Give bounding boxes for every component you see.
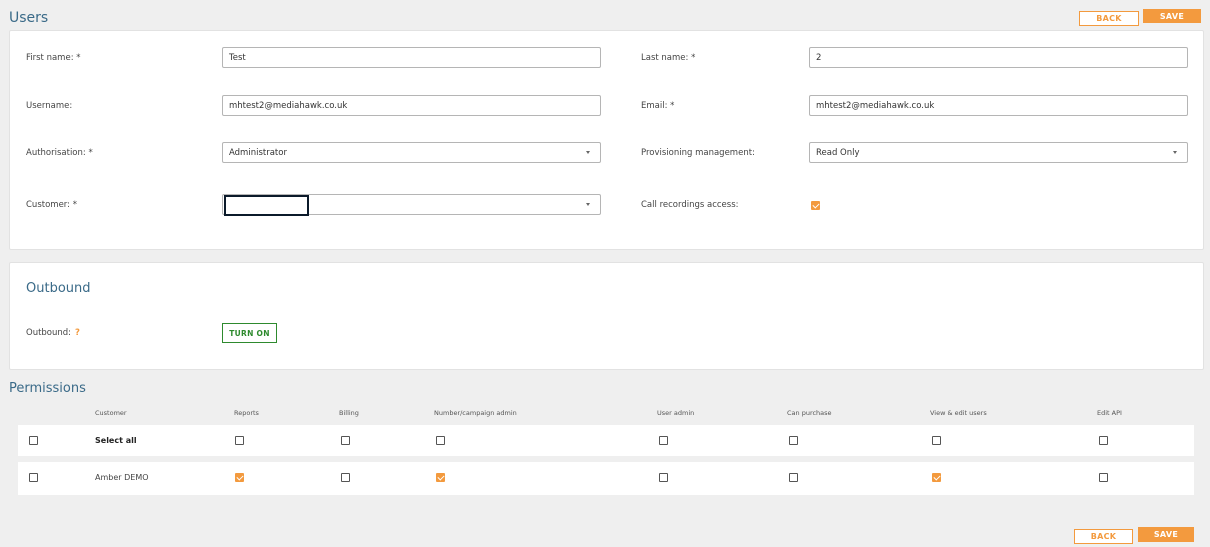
column-header-edit-api: Edit API: [1097, 409, 1122, 417]
column-header-number-campaign-admin: Number/campaign admin: [434, 409, 517, 417]
column-header-can-purchase: Can purchase: [787, 409, 832, 417]
customer-select[interactable]: [222, 194, 601, 216]
footer-back-button[interactable]: BACK: [1074, 529, 1133, 544]
billing-checkbox[interactable]: [341, 436, 350, 445]
provisioning-value: Read Only: [816, 147, 860, 158]
number-campaign-admin-checkbox[interactable]: [436, 473, 445, 482]
billing-checkbox[interactable]: [341, 473, 350, 482]
call-recordings-label: Call recordings access:: [641, 200, 739, 210]
last-name-label: Last name: *: [641, 53, 696, 63]
reports-checkbox[interactable]: [235, 436, 244, 445]
customer-label: Customer: *: [26, 200, 77, 210]
edit-api-checkbox[interactable]: [1099, 436, 1108, 445]
authorisation-value: Administrator: [229, 147, 287, 158]
select-all-label: Select all: [95, 436, 137, 445]
outbound-label-text: Outbound:: [26, 328, 72, 338]
user-admin-checkbox[interactable]: [659, 473, 668, 482]
redacted-box: [224, 195, 309, 216]
column-header-billing: Billing: [339, 409, 359, 417]
permissions-title: Permissions: [9, 381, 86, 396]
row-checkbox[interactable]: [29, 436, 38, 445]
customer-name-label: Amber DEMO: [95, 473, 149, 482]
row-checkbox[interactable]: [29, 473, 38, 482]
email-label: Email: *: [641, 101, 675, 111]
chevron-down-icon: [586, 151, 590, 154]
user-details-card: First name: * Test Last name: * 2 Userna…: [9, 30, 1204, 250]
outbound-label: Outbound:?: [26, 328, 80, 338]
back-button[interactable]: BACK: [1079, 11, 1139, 26]
user-admin-checkbox[interactable]: [659, 436, 668, 445]
view-edit-users-checkbox[interactable]: [932, 436, 941, 445]
column-header-reports: Reports: [234, 409, 259, 417]
can-purchase-checkbox[interactable]: [789, 436, 798, 445]
can-purchase-checkbox[interactable]: [789, 473, 798, 482]
provisioning-label: Provisioning management:: [641, 148, 755, 158]
chevron-down-icon: [1173, 151, 1177, 154]
outbound-card: Outbound Outbound:? TURN ON: [9, 262, 1204, 370]
chevron-down-icon: [586, 203, 590, 206]
save-button[interactable]: SAVE: [1143, 9, 1201, 23]
first-name-input[interactable]: Test: [222, 47, 601, 68]
view-edit-users-checkbox[interactable]: [932, 473, 941, 482]
authorisation-label: Authorisation: *: [26, 148, 93, 158]
provisioning-select[interactable]: Read Only: [809, 142, 1188, 163]
email-input[interactable]: mhtest2@mediahawk.co.uk: [809, 95, 1188, 116]
outbound-title: Outbound: [26, 281, 91, 296]
username-input[interactable]: mhtest2@mediahawk.co.uk: [222, 95, 601, 116]
username-label: Username:: [26, 101, 73, 111]
column-header-customer: Customer: [95, 409, 127, 417]
turn-on-button[interactable]: TURN ON: [222, 323, 277, 343]
first-name-label: First name: *: [26, 53, 81, 63]
last-name-input[interactable]: 2: [809, 47, 1188, 68]
authorisation-select[interactable]: Administrator: [222, 142, 601, 163]
edit-api-checkbox[interactable]: [1099, 473, 1108, 482]
column-header-user-admin: User admin: [657, 409, 695, 417]
table-row: Select all: [18, 425, 1194, 456]
help-icon[interactable]: ?: [75, 328, 80, 338]
footer-save-button[interactable]: SAVE: [1138, 527, 1194, 542]
reports-checkbox[interactable]: [235, 473, 244, 482]
number-campaign-admin-checkbox[interactable]: [436, 436, 445, 445]
call-recordings-checkbox[interactable]: [811, 201, 820, 210]
users-title: Users: [9, 10, 49, 26]
column-header-view-edit-users: View & edit users: [930, 409, 987, 417]
table-row: Amber DEMO: [18, 462, 1194, 495]
